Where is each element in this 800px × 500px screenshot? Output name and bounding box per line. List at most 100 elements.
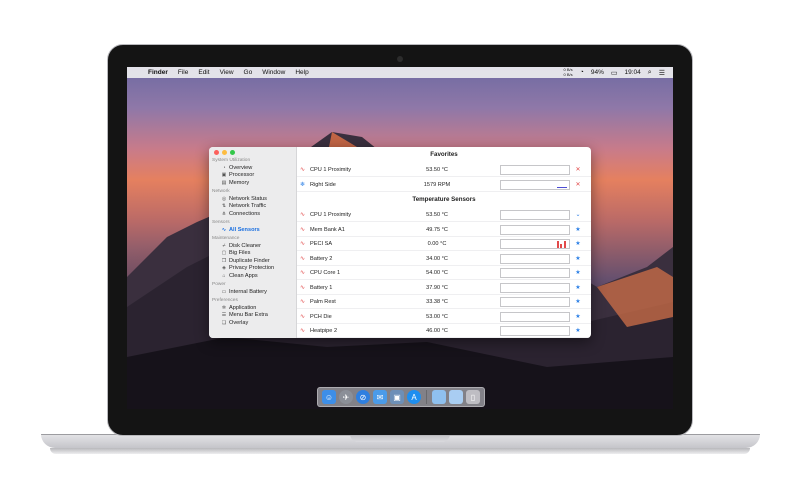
sensor-row[interactable]: ∿ CPU 1 Proximity 53.50 °C ⌄: [297, 208, 591, 222]
sensors-panel: Favorites Temperature Sensors ∿ CPU 1 Pro…: [297, 147, 591, 338]
temperature-icon: ∿: [300, 241, 306, 247]
favorite-star-icon[interactable]: ★: [574, 284, 582, 292]
sensor-name: CPU 1 Proximity: [310, 167, 352, 173]
sidebar-item-network-traffic[interactable]: ⇅ Network Traffic: [212, 203, 297, 210]
menu-view[interactable]: View: [215, 69, 239, 76]
battery-percent[interactable]: 94%: [591, 69, 604, 76]
close-icon[interactable]: [214, 150, 219, 155]
network-speed[interactable]: 0 B/s 0 B/s: [564, 67, 573, 77]
sensor-row[interactable]: ❄ Right Side 1579 RPM ✕: [297, 178, 591, 192]
downloads-icon[interactable]: [449, 390, 463, 404]
photos-icon[interactable]: ▣: [390, 390, 404, 404]
sidebar-item-duplicate-finder[interactable]: ❐ Duplicate Finder: [212, 258, 297, 265]
temperature-icon: ∿: [300, 270, 306, 276]
sensor-name: Mem Bank A1: [310, 226, 345, 233]
sidebar-section-title: Network: [212, 189, 230, 195]
trash-icon[interactable]: ▯: [466, 390, 480, 404]
gauge-icon: ◔: [222, 164, 226, 171]
temperature-icon: ∿: [300, 299, 306, 305]
sidebar-item-memory[interactable]: ▤ Memory: [212, 180, 297, 187]
sidebar-item-label: Overlay: [229, 319, 249, 326]
menu-window[interactable]: Window: [257, 69, 290, 76]
sensor-row[interactable]: ∿ PCH Die 53.00 °C ★: [297, 310, 591, 324]
sensor-row[interactable]: ∿ CPU 1 Proximity 53.50 °C ✕: [297, 163, 591, 177]
sidebar-item-processor[interactable]: ▣ Processor: [212, 172, 297, 179]
sensor-row[interactable]: ∿ Heatpipe 2 46.00 °C ★: [297, 324, 591, 338]
sensor-icon: ∿: [221, 226, 227, 233]
sidebar-item-clean-apps[interactable]: ⌂ Clean Apps: [212, 273, 297, 280]
app-store-icon[interactable]: A: [407, 390, 421, 404]
sensor-history-graph: [500, 179, 570, 190]
temperature-icon: ∿: [300, 255, 306, 262]
sidebar-list: System Utilization ◔ Overview ▣ Processor ▤ Me…: [212, 156, 297, 327]
sidebar-item-big-files[interactable]: ▢ Big Files: [212, 250, 297, 257]
remove-favorite-icon[interactable]: ✕: [574, 181, 582, 189]
sidebar-item-label: Duplicate Finder: [229, 257, 270, 264]
favorite-star-icon[interactable]: ★: [574, 240, 582, 248]
favorite-star-icon[interactable]: ★: [574, 269, 582, 277]
sidebar-item-overview[interactable]: ◔ Overview: [212, 165, 297, 172]
favorite-star-icon[interactable]: ★: [574, 313, 582, 321]
sensor-history-graph: [500, 326, 570, 336]
favorite-star-icon[interactable]: ★: [574, 327, 582, 335]
graph-spike: [564, 241, 566, 248]
temperature-icon: ∿: [300, 328, 306, 334]
menu-app-name[interactable]: Finder: [143, 69, 173, 76]
mail-icon[interactable]: ✉: [373, 390, 387, 404]
menu-file[interactable]: File: [173, 69, 193, 76]
minimize-icon[interactable]: [222, 150, 227, 155]
notification-center-icon[interactable]: ☰: [659, 69, 665, 77]
chip-icon: ▣: [221, 172, 227, 179]
sidebar-item-label: Big Files: [229, 250, 251, 257]
zoom-icon[interactable]: [230, 150, 235, 155]
traffic-icon: ⇅: [221, 203, 227, 210]
sensor-history-graph: [500, 165, 570, 175]
menu-bar: Finder File Edit View Go Window Help 0 B…: [127, 67, 673, 78]
sensor-row[interactable]: ∿ Mem Bank A1 49.75 °C ★: [297, 223, 591, 237]
spotlight-icon[interactable]: ⌕: [648, 69, 652, 77]
sidebar-item-overlay[interactable]: ❏ Overlay: [212, 320, 297, 327]
sidebar-item-internal-battery[interactable]: ▭ Internal Battery: [212, 289, 297, 296]
sidebar-item-connections[interactable]: ⋔ Connections: [212, 211, 297, 218]
sensor-row[interactable]: ∿ Battery 2 34.00 °C ★: [297, 252, 591, 266]
sensor-history-graph: [500, 253, 570, 264]
battery-icon[interactable]: ▭: [611, 69, 618, 77]
finder-icon[interactable]: ☺: [322, 390, 336, 404]
sensor-row[interactable]: ∿ CPU Core 1 54.00 °C ★: [297, 266, 591, 280]
menu-help[interactable]: Help: [290, 69, 313, 76]
window-controls: [214, 150, 235, 155]
sidebar-item-network-status[interactable]: ◎ Network Status: [212, 196, 297, 203]
sensor-value: 53.50 °C: [426, 167, 448, 173]
remove-favorite-icon[interactable]: ✕: [574, 166, 582, 174]
menu-go[interactable]: Go: [239, 69, 258, 76]
sidebar-item-disk-cleaner[interactable]: ⌿ Disk Cleaner: [212, 243, 297, 250]
sidebar-item-privacy-protection[interactable]: ◈ Privacy Protection: [212, 265, 297, 272]
favorite-star-icon[interactable]: ★: [574, 255, 582, 263]
launchpad-icon[interactable]: ✈: [339, 390, 353, 404]
menu-edit[interactable]: Edit: [193, 69, 214, 76]
favorited-indicator-icon[interactable]: ⌄: [574, 211, 582, 219]
wifi-icon[interactable]: ◔: [580, 69, 584, 76]
sensor-row[interactable]: ∿ Battery 1 37.90 °C ★: [297, 281, 591, 295]
temperature-heading: Temperature Sensors: [412, 196, 476, 203]
duplicate-icon: ❐: [221, 257, 227, 264]
stage: Finder File Edit View Go Window Help 0 B…: [0, 0, 800, 500]
safari-icon[interactable]: ⊘: [356, 390, 370, 404]
favorite-star-icon[interactable]: ★: [574, 226, 582, 234]
sidebar-item-menu-bar-extra[interactable]: ☰ Menu Bar Extra: [212, 312, 297, 319]
sidebar-item-application[interactable]: ✲ Application: [212, 305, 297, 312]
sensor-history-graph: [500, 239, 570, 249]
favorite-star-icon[interactable]: ★: [574, 298, 582, 306]
sidebar: System Utilization ◔ Overview ▣ Processor ▤ Me…: [209, 147, 297, 338]
sidebar-item-label: Overview: [229, 164, 253, 171]
clock[interactable]: 19:04: [625, 69, 641, 76]
sensor-row[interactable]: ∿ Palm Rest 33.38 °C ★: [297, 295, 591, 309]
sidebar-item-all-sensors[interactable]: ∿ All Sensors: [212, 227, 297, 234]
sidebar-item-label: Application: [229, 305, 257, 312]
sensor-history-graph: [500, 311, 570, 322]
shield-icon: ◈: [222, 265, 226, 272]
folder-icon[interactable]: [432, 390, 446, 404]
sensor-name: Right Side: [310, 181, 336, 188]
sensor-row[interactable]: ∿ PECI SA 0.00 °C ★: [297, 237, 591, 251]
sensor-value: 34.00 °C: [426, 255, 448, 262]
